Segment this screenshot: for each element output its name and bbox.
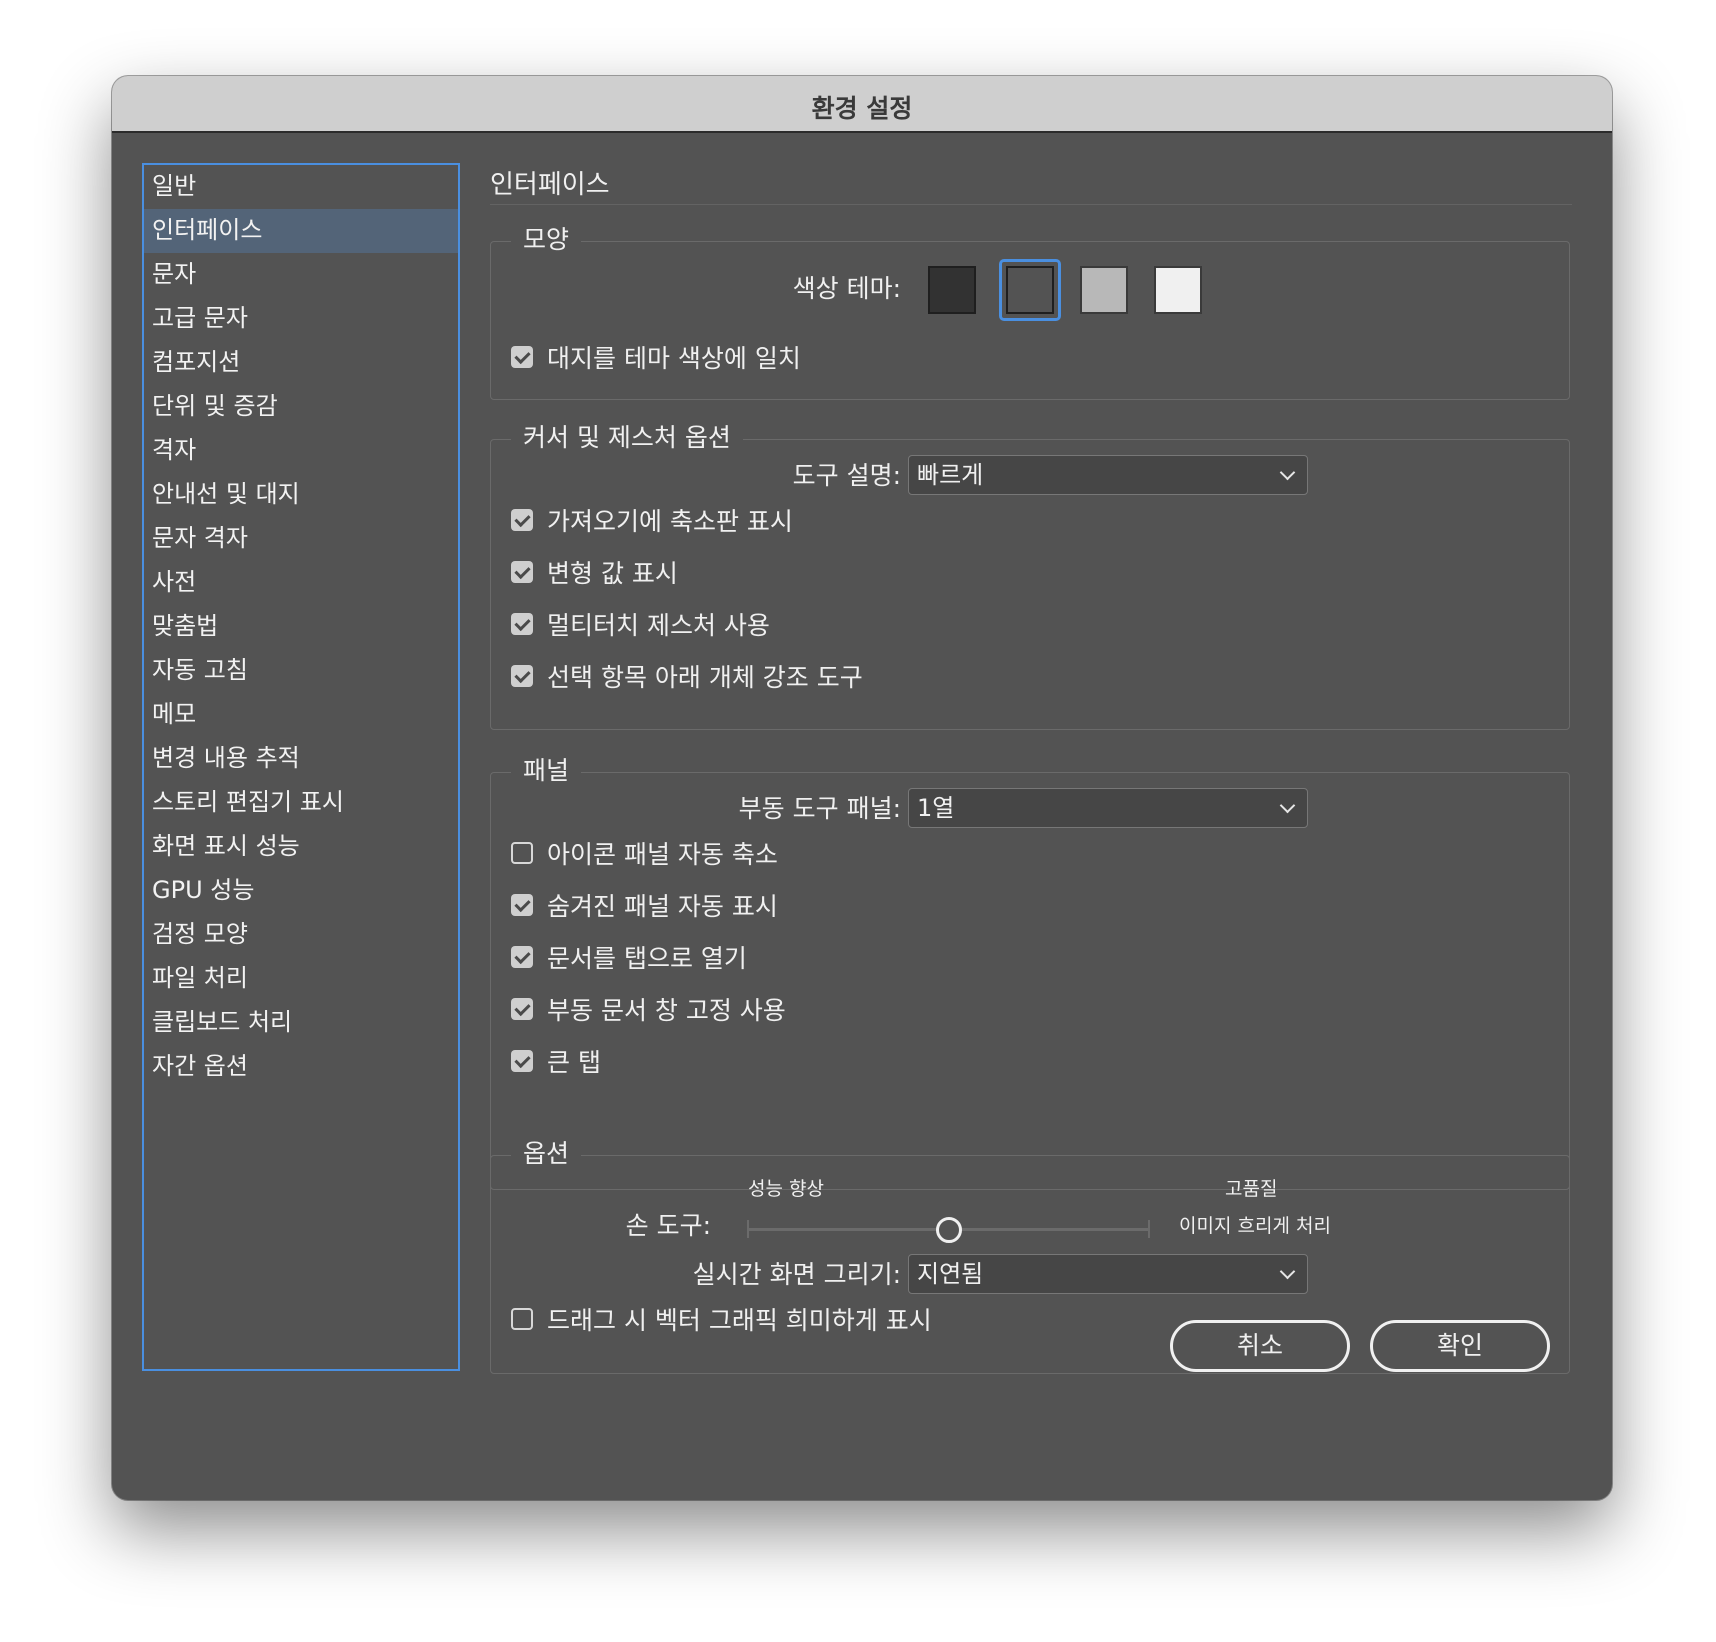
checkbox-icon	[511, 613, 533, 635]
color-theme-label: 색상 테마:	[792, 274, 901, 303]
large-tabs-checkbox[interactable]: 큰 탭	[511, 1044, 601, 1078]
sidebar-item-kerning-options[interactable]: 자간 옵션	[144, 1045, 458, 1089]
auto-collapse-panels-checkbox[interactable]: 아이콘 패널 자동 축소	[511, 836, 778, 870]
checkbox-icon	[511, 946, 533, 968]
preferences-dialog: 환경 설정 일반 인터페이스 문자 고급 문자 컴포지션 단위 및 증감 격자 …	[112, 76, 1612, 1500]
chevron-down-icon	[1279, 1263, 1296, 1280]
checkbox-icon	[511, 346, 533, 368]
theme-swatch-medium-dark[interactable]	[1006, 266, 1054, 314]
checkbox-icon	[511, 998, 533, 1020]
chevron-down-icon	[1279, 464, 1296, 481]
sidebar-item-spelling[interactable]: 맞춤법	[144, 605, 458, 649]
options-legend: 옵션	[511, 1134, 582, 1174]
open-docs-as-tabs-checkbox[interactable]: 문서를 탭으로 열기	[511, 940, 747, 974]
theme-swatch-light[interactable]	[1154, 266, 1202, 314]
tooltip-label: 도구 설명:	[792, 461, 901, 490]
panels-legend: 패널	[511, 751, 582, 791]
sidebar-item-file-handling[interactable]: 파일 처리	[144, 957, 458, 1001]
live-draw-select[interactable]: 지연됨	[908, 1254, 1308, 1294]
show-transform-values-label: 변형 값 표시	[547, 559, 678, 588]
sidebar-item-composition[interactable]: 컴포지션	[144, 341, 458, 385]
match-pasteboard-checkbox[interactable]: 대지를 테마 색상에 일치	[511, 340, 801, 374]
live-draw-select-value: 지연됨	[917, 1260, 984, 1288]
theme-swatch-medium-light[interactable]	[1080, 266, 1128, 314]
section-title: 인터페이스	[490, 170, 610, 200]
cursor-gesture-group: 커서 및 제스처 옵션 도구 설명: 빠르게 가져오기에 축소판 표시 변형 값…	[490, 418, 1570, 730]
live-draw-label: 실시간 화면 그리기:	[692, 1260, 901, 1289]
cursor-gesture-legend: 커서 및 제스처 옵션	[511, 418, 743, 458]
sidebar-item-display-performance[interactable]: 화면 표시 성능	[144, 825, 458, 869]
floating-doc-docking-checkbox[interactable]: 부동 문서 창 고정 사용	[511, 992, 786, 1026]
appearance-legend: 모양	[511, 220, 582, 260]
ok-button[interactable]: 확인	[1370, 1320, 1550, 1372]
checkbox-icon	[511, 665, 533, 687]
slider-right-label: 고품질	[1225, 1178, 1278, 1200]
multitouch-gestures-label: 멀티터치 제스처 사용	[547, 611, 770, 640]
title-bar: 환경 설정	[112, 76, 1612, 133]
sidebar-item-grids[interactable]: 격자	[144, 429, 458, 473]
slider-thumb[interactable]	[936, 1217, 962, 1243]
slider-tick-right	[1148, 1220, 1150, 1238]
floating-tools-label: 부동 도구 패널:	[738, 794, 901, 823]
show-thumbnails-checkbox[interactable]: 가져오기에 축소판 표시	[511, 503, 793, 537]
auto-show-hidden-panels-label: 숨겨진 패널 자동 표시	[547, 892, 778, 921]
multitouch-gestures-checkbox[interactable]: 멀티터치 제스처 사용	[511, 607, 770, 641]
panels-group: 패널 부동 도구 패널: 1열 아이콘 패널 자동 축소 숨겨진 패널 자동 표…	[490, 751, 1570, 1190]
floating-tools-select[interactable]: 1열	[908, 788, 1308, 828]
greek-vector-checkbox[interactable]: 드래그 시 벡터 그래픽 희미하게 표시	[511, 1302, 932, 1336]
sidebar-item-units-increments[interactable]: 단위 및 증감	[144, 385, 458, 429]
show-transform-values-checkbox[interactable]: 변형 값 표시	[511, 555, 678, 589]
greek-vector-label: 드래그 시 벡터 그래픽 희미하게 표시	[547, 1306, 932, 1335]
show-thumbnails-label: 가져오기에 축소판 표시	[547, 507, 793, 536]
theme-swatch-dark[interactable]	[928, 266, 976, 314]
sidebar-item-clipboard-handling[interactable]: 클립보드 처리	[144, 1001, 458, 1045]
auto-show-hidden-panels-checkbox[interactable]: 숨겨진 패널 자동 표시	[511, 888, 778, 922]
highlight-object-label: 선택 항목 아래 개체 강조 도구	[547, 663, 863, 692]
highlight-object-checkbox[interactable]: 선택 항목 아래 개체 강조 도구	[511, 659, 863, 693]
preferences-sidebar: 일반 인터페이스 문자 고급 문자 컴포지션 단위 및 증감 격자 안내선 및 …	[142, 163, 460, 1371]
sidebar-item-notes[interactable]: 메모	[144, 693, 458, 737]
cancel-button[interactable]: 취소	[1170, 1320, 1350, 1372]
sidebar-item-track-changes[interactable]: 변경 내용 추적	[144, 737, 458, 781]
tooltip-select[interactable]: 빠르게	[908, 455, 1308, 495]
sidebar-item-interface[interactable]: 인터페이스	[144, 209, 458, 253]
sidebar-item-autocorrect[interactable]: 자동 고침	[144, 649, 458, 693]
sidebar-item-gpu-performance[interactable]: GPU 성능	[144, 869, 458, 913]
auto-collapse-panels-label: 아이콘 패널 자동 축소	[547, 840, 778, 869]
appearance-group: 모양 색상 테마: 대지를 테마 색상에 일치	[490, 220, 1570, 400]
match-pasteboard-label: 대지를 테마 색상에 일치	[547, 344, 801, 373]
sidebar-item-type[interactable]: 문자	[144, 253, 458, 297]
sidebar-item-advanced-type[interactable]: 고급 문자	[144, 297, 458, 341]
sidebar-item-general[interactable]: 일반	[144, 165, 458, 209]
checkbox-icon	[511, 509, 533, 531]
sidebar-item-black-appearance[interactable]: 검정 모양	[144, 913, 458, 957]
tooltip-select-value: 빠르게	[917, 461, 984, 489]
sidebar-item-dictionary[interactable]: 사전	[144, 561, 458, 605]
checkbox-icon	[511, 561, 533, 583]
checkbox-icon	[511, 894, 533, 916]
sidebar-item-frame-grid[interactable]: 문자 격자	[144, 517, 458, 561]
checkbox-icon	[511, 1308, 533, 1330]
large-tabs-label: 큰 탭	[547, 1048, 601, 1077]
slider-right-sublabel: 이미지 흐리게 처리	[1179, 1215, 1331, 1237]
open-docs-as-tabs-label: 문서를 탭으로 열기	[547, 944, 747, 973]
slider-left-label: 성능 향상	[748, 1178, 824, 1200]
floating-tools-select-value: 1열	[917, 794, 955, 822]
dialog-title: 환경 설정	[811, 94, 913, 123]
hand-tool-label: 손 도구:	[625, 1211, 711, 1240]
slider-tick-left	[747, 1220, 749, 1238]
sidebar-item-guides-pasteboard[interactable]: 안내선 및 대지	[144, 473, 458, 517]
sidebar-item-story-editor[interactable]: 스토리 편집기 표시	[144, 781, 458, 825]
chevron-down-icon	[1279, 797, 1296, 814]
section-divider	[490, 204, 1572, 205]
checkbox-icon	[511, 842, 533, 864]
checkbox-icon	[511, 1050, 533, 1072]
floating-doc-docking-label: 부동 문서 창 고정 사용	[547, 996, 786, 1025]
